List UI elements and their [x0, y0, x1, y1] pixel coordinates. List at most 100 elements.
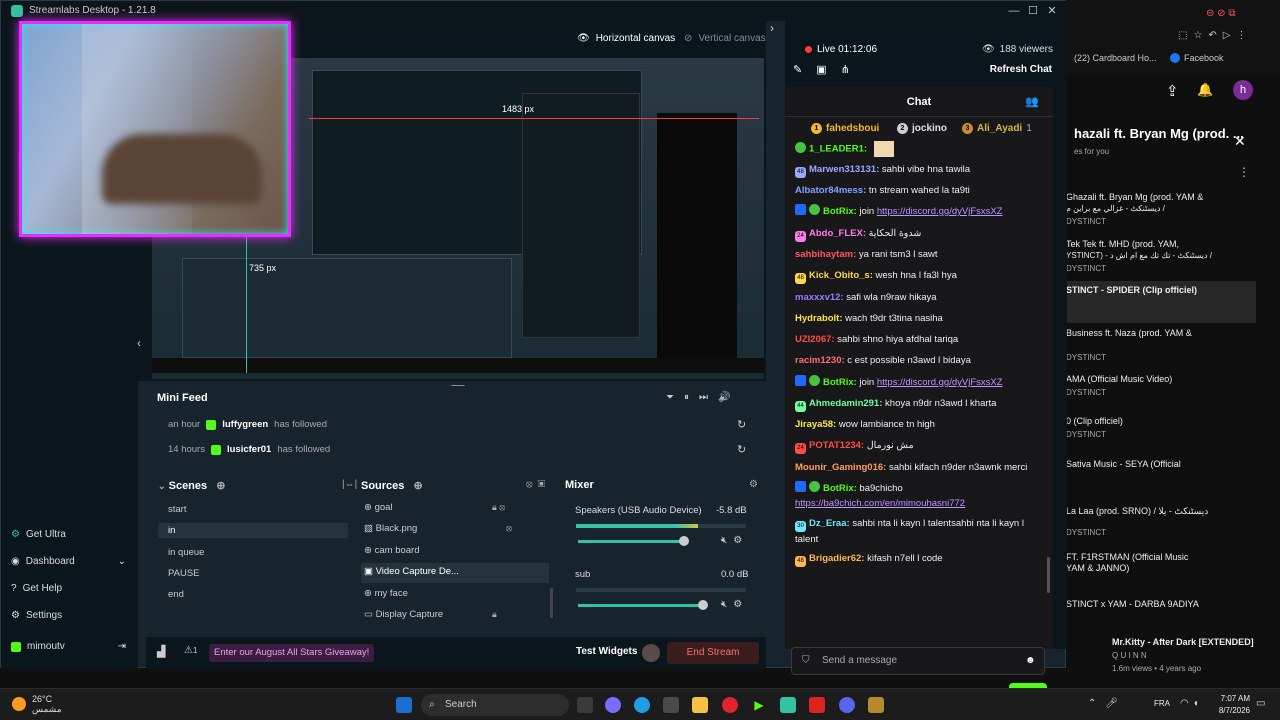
notification-icon[interactable]: ▭	[1256, 698, 1265, 709]
volume-slider-handle[interactable]	[679, 536, 689, 546]
settings-button[interactable]: ⚙ Settings	[11, 610, 62, 621]
chat-username[interactable]: Ahmedamin291:	[809, 398, 882, 409]
tab-horizontal-canvas[interactable]: 👁 Horizontal canvas	[577, 33, 675, 44]
chevron-right-icon[interactable]: ›	[770, 21, 774, 35]
network-volume-icon[interactable]: ◠◖	[1180, 698, 1203, 709]
giveaway-banner[interactable]: Enter our August All Stars Giveaway!	[209, 644, 375, 662]
list-item[interactable]: Business ft. Naza (prod. YAM & DYSTINCT	[1066, 328, 1256, 363]
end-stream-button[interactable]: End Stream	[667, 642, 759, 664]
avatar[interactable]: h	[1233, 80, 1253, 100]
chat-username[interactable]: Jiraya58:	[795, 419, 836, 430]
close-window-icon[interactable]: ✕	[1045, 4, 1059, 18]
list-item[interactable]: Tek Tek ft. MHD (prod. YAM, YSTINCT) - د…	[1066, 239, 1256, 274]
stats-icon[interactable]: ▟	[157, 645, 165, 658]
chat-username[interactable]: Dz_Eraa:	[809, 518, 850, 529]
chat-link[interactable]: https://discord.gg/dyVjFsxsXZ	[877, 377, 1003, 388]
list-item[interactable]: STINCT x YAM - DARBA 9ADIYA	[1066, 599, 1256, 610]
facebook-bookmark[interactable]: Facebook	[1170, 53, 1224, 63]
chat-username[interactable]: Abdo_FLEX:	[809, 228, 866, 239]
source-item[interactable]: ⊕ my face	[364, 588, 549, 599]
list-item-active[interactable]: STINCT - SPIDER (Clip officiel)	[1066, 281, 1256, 323]
scene-item[interactable]: PAUSE	[158, 566, 348, 581]
chat-username[interactable]: UZI2067:	[795, 334, 835, 345]
list-item[interactable]: Sativa Music - SEYA (Official	[1066, 459, 1256, 470]
discord-icon[interactable]	[839, 697, 855, 713]
replay-icon[interactable]: ↻	[737, 418, 746, 431]
play-icon[interactable]: ▶	[751, 697, 767, 713]
list-item[interactable]: 0 (Clip officiel) DYSTINCT	[1066, 416, 1256, 440]
chevron-left-icon[interactable]: ‹	[137, 336, 141, 350]
chat-username[interactable]: maxxxv12:	[795, 292, 844, 303]
close-icon[interactable]: ✕	[1234, 133, 1246, 150]
streamlabs-icon[interactable]	[780, 697, 796, 713]
test-widgets-button[interactable]: Test Widgets	[576, 646, 637, 657]
get-help-button[interactable]: ? Get Help	[11, 583, 62, 594]
get-ultra-button[interactable]: ⚙ Get Ultra	[11, 529, 66, 540]
rec-button[interactable]	[642, 644, 660, 662]
chat-username[interactable]: Marwen313131:	[809, 164, 879, 175]
scene-item[interactable]: end	[158, 587, 348, 602]
start-icon[interactable]	[396, 697, 412, 713]
source-item[interactable]: ▨ Black.png	[364, 523, 549, 534]
leader-entry[interactable]: 3 Ali_Ayadi 1	[962, 123, 1032, 134]
alert-icon[interactable]: ⚠1	[184, 645, 197, 656]
chat-link[interactable]: https://discord.gg/dyVjFsxsXZ	[877, 206, 1003, 217]
lock-icon[interactable]: 🔒︎	[492, 609, 497, 620]
more-icon[interactable]: ⋮	[1238, 165, 1250, 179]
chat-username[interactable]: racim1230:	[795, 355, 845, 366]
source-item[interactable]: ▭ Display Capture	[364, 609, 549, 620]
app-icon[interactable]	[868, 697, 884, 713]
list-item[interactable]: FT. F1RSTMAN (Official Music YAM & JANNO…	[1066, 552, 1256, 574]
list-item[interactable]: AMA (Official Music Video) DYSTINCT	[1066, 374, 1256, 398]
volume-slider-handle[interactable]	[698, 600, 708, 610]
chat-input[interactable]: Send a message	[791, 647, 1045, 675]
replay-icon[interactable]: ↻	[737, 443, 746, 456]
list-item[interactable]: Mr.Kitty - After Dark [EXTENDED] Q U I N…	[1112, 637, 1262, 674]
list-item[interactable]: Ghazali ft. Bryan Mg (prod. YAM & دیسٹنک…	[1066, 192, 1256, 227]
opera-icon[interactable]	[722, 697, 738, 713]
refresh-chat-button[interactable]: Refresh Chat	[990, 64, 1052, 75]
clock[interactable]: 7:07 AM 8/7/2026	[1219, 693, 1250, 717]
scene-item[interactable]: in queue	[158, 545, 348, 560]
chat-toolbar-icons[interactable]: ✎▣⋔	[793, 63, 864, 76]
copilot-icon[interactable]	[605, 697, 621, 713]
tray-icons[interactable]: ⌃🎤︎	[1088, 698, 1127, 709]
add-scene-icon[interactable]: ⊕	[216, 480, 225, 492]
chat-username[interactable]: BotRix:	[823, 483, 857, 494]
source-item[interactable]: ⊕ cam board	[364, 545, 549, 556]
maximize-icon[interactable]: ☐	[1026, 4, 1040, 18]
chat-link[interactable]: https://ba9chich.com/en/mimouhasni772	[795, 498, 965, 509]
leader-entry[interactable]: 2 jockino	[897, 123, 947, 134]
chat-username[interactable]: BotRix:	[823, 377, 857, 388]
volume-slider[interactable]	[578, 540, 688, 543]
task-view-icon[interactable]	[577, 697, 593, 713]
language-indicator[interactable]: FRA	[1154, 699, 1170, 708]
browser-tab[interactable]: (22) Cardboard Ho...	[1074, 53, 1157, 63]
webcam-overlay[interactable]	[19, 21, 291, 237]
users-icon[interactable]: 👥	[1025, 95, 1039, 108]
collapse-icon[interactable]: |⇔|	[342, 479, 357, 490]
folder-icon[interactable]	[692, 697, 708, 713]
chevron-down-icon[interactable]: ⌄	[158, 481, 166, 491]
dashboard-button[interactable]: ◉ Dashboard ⌄	[11, 556, 126, 567]
source-item-selected[interactable]: ▣ Video Capture De...	[361, 563, 549, 583]
mute-icon[interactable]: 🔇︎⚙	[721, 535, 748, 546]
scrollbar[interactable]	[550, 588, 553, 618]
add-source-icon[interactable]: ⊕	[413, 480, 422, 492]
source-toolbar-icons[interactable]: ⦻▣	[526, 479, 550, 490]
chat-username[interactable]: 1_LEADER1:	[809, 144, 867, 155]
emoji-icon[interactable]: ☻	[1025, 655, 1036, 666]
edge-icon[interactable]	[634, 697, 650, 713]
minimize-icon[interactable]: —	[1007, 4, 1021, 18]
chat-username[interactable]: Kick_Obito_s:	[809, 270, 873, 281]
taskbar-search[interactable]: ⌕ Search	[421, 694, 569, 716]
lock-icon[interactable]: 🔒︎ ⦻	[492, 502, 505, 513]
account-button[interactable]: mimoutv ⇥	[11, 641, 126, 652]
chat-username[interactable]: Hydrabolt:	[795, 313, 843, 324]
store-icon[interactable]	[663, 697, 679, 713]
upload-icon[interactable]: ⇪	[1166, 82, 1179, 100]
window-controls-icon[interactable]: ⊖ ⊘ ⧉	[1206, 8, 1235, 19]
list-item[interactable]: La Laa (prod. SRNO) / دیسٹنکٹ - یلا DYST…	[1066, 506, 1256, 538]
source-item[interactable]: ⊕ goal	[364, 502, 549, 513]
scene-item[interactable]: start	[158, 502, 348, 517]
